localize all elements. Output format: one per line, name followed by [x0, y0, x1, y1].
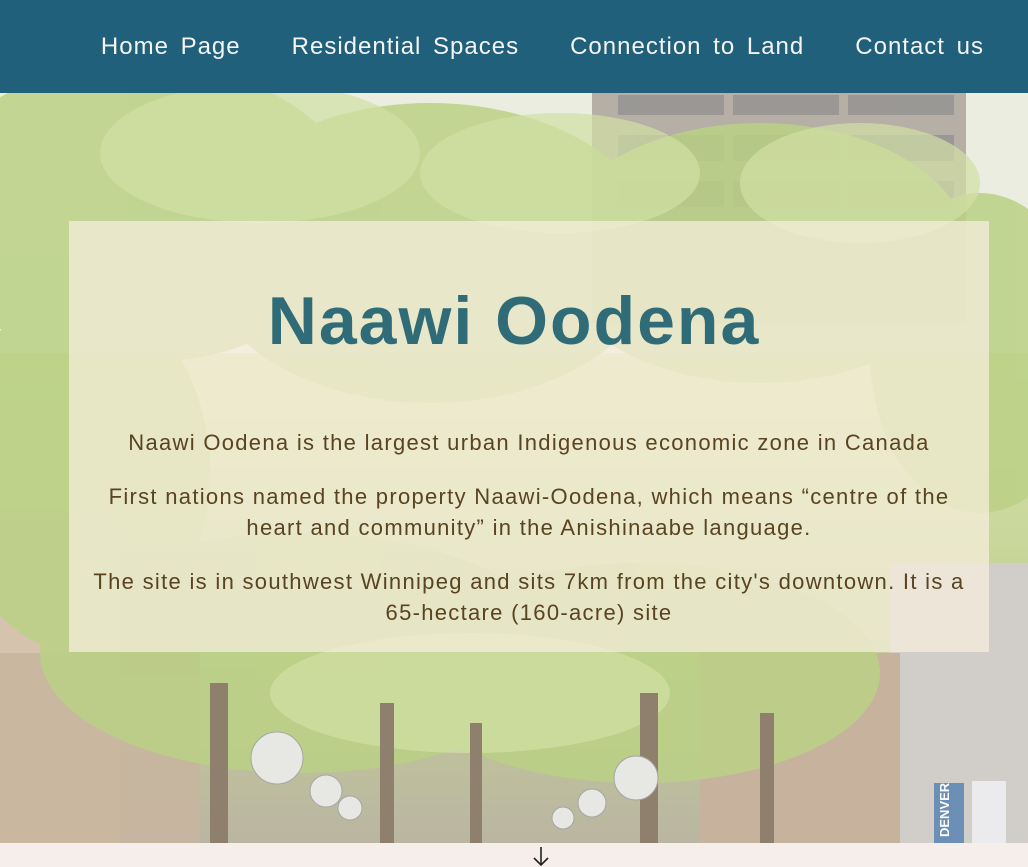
nav-home-page[interactable]: Home Page: [101, 33, 241, 61]
site-location-paragraph: The site is in southwest Winnipeg and si…: [93, 569, 965, 625]
nav-residential-spaces[interactable]: Residential Spaces: [292, 33, 519, 61]
name-meaning-paragraph: First nations named the property Naawi-O…: [108, 484, 950, 540]
nav-contact-us[interactable]: Contact us: [855, 33, 984, 61]
bottom-strip: [0, 843, 1028, 867]
page-title: Naawi Oodena: [267, 283, 761, 359]
arrow-down-icon[interactable]: [531, 845, 551, 867]
top-navbar: Home Page Residential Spaces Connection …: [0, 0, 1028, 93]
nav-connection-to-land[interactable]: Connection to Land: [570, 33, 804, 61]
intro-paragraph: Naawi Oodena is the largest urban Indige…: [128, 430, 930, 455]
